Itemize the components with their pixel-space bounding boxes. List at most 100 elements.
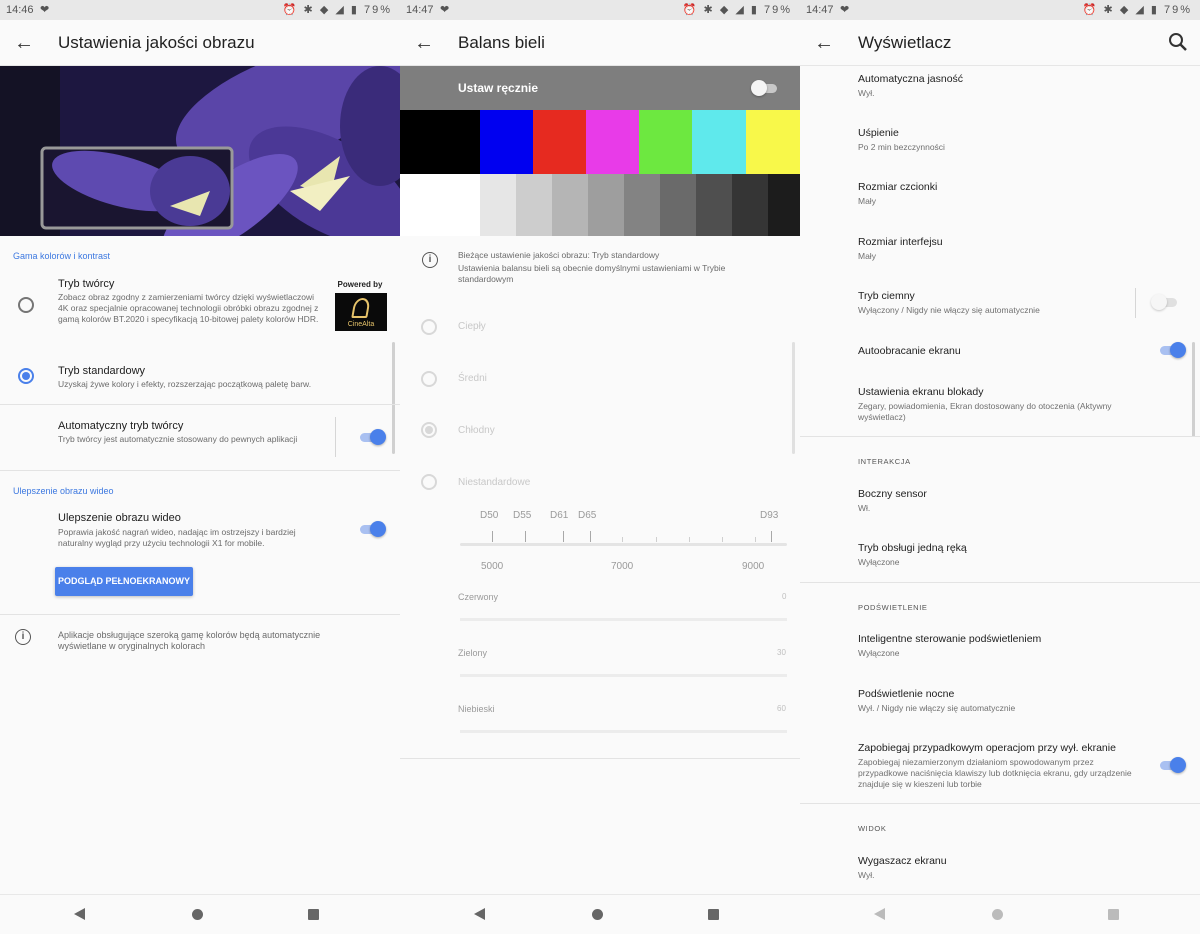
back-arrow-icon[interactable]: ← [812, 31, 836, 55]
custom-label: Niestandardowe [458, 477, 531, 488]
setting-subtitle: Wył. [858, 870, 875, 880]
setting-title: Uśpienie [858, 127, 899, 139]
fullscreen-preview-button[interactable]: PODGLĄD PEŁNOEKRANOWY [55, 567, 193, 596]
nav-home-icon[interactable] [192, 909, 203, 920]
scale-label-d93: D93 [760, 510, 779, 521]
slider-green-label: Zielony [458, 648, 488, 658]
dark-mode-toggle[interactable] [1151, 294, 1179, 310]
nav-back-icon[interactable] [474, 908, 485, 920]
scrollbar[interactable] [792, 342, 795, 454]
divider [800, 436, 1200, 437]
page-title: Ustawienia jakości obrazu [58, 33, 255, 52]
app-notification-icon: ❤ [40, 4, 50, 16]
back-arrow-icon[interactable]: ← [12, 31, 36, 55]
divider [800, 582, 1200, 583]
warm-radio[interactable] [421, 319, 437, 335]
navigation-bar [800, 894, 1200, 934]
setting-title: Zapobiegaj przypadkowym operacjom przy w… [858, 742, 1116, 754]
nav-recents-icon[interactable] [308, 909, 319, 920]
manual-setting-toggle[interactable] [751, 80, 779, 96]
setting-subtitle: Wł. [858, 503, 871, 513]
custom-radio[interactable] [421, 474, 437, 490]
divider [0, 470, 400, 471]
back-arrow-icon[interactable]: ← [412, 31, 436, 55]
status-time: 14:47 [406, 4, 434, 16]
gray-bar [516, 174, 552, 236]
section-header-video: Ulepszenie obrazu wideo [13, 486, 114, 496]
standard-mode-radio[interactable] [18, 368, 34, 384]
scrollbar[interactable] [392, 342, 395, 454]
color-bar [533, 110, 586, 174]
display-settings-screen: 14:47 ❤ ⏰ ✱ ◆ ◢ ▮ 79% ← Wyświetlacz Auto… [800, 0, 1200, 934]
scale-tick [722, 537, 723, 542]
slider-blue-track[interactable] [460, 730, 787, 733]
slider-red-track[interactable] [460, 618, 787, 621]
standard-mode-subtitle: Uzyskaj żywe kolory i efekty, rozszerzaj… [58, 379, 312, 389]
slider-blue-label: Niebieski [458, 704, 495, 714]
manual-setting-label: Ustaw ręcznie [458, 81, 539, 95]
scale-tick [563, 531, 564, 542]
scale-label-d61: D61 [550, 510, 569, 521]
divider [0, 614, 400, 615]
video-enhance-toggle[interactable] [358, 521, 386, 537]
auto-creator-subtitle: Tryb twórcy jest automatycznie stosowany… [58, 434, 298, 444]
gray-bar [480, 174, 516, 236]
current-setting-text: Bieżące ustawienie jakości obrazu: Tryb … [458, 250, 660, 260]
setting-subtitle: Zegary, powiadomienia, Ekran dostosowany… [858, 401, 1112, 422]
setting-subtitle: Wyłączone [858, 648, 900, 658]
search-icon[interactable] [1166, 30, 1190, 54]
status-bar: 14:47 ❤ ⏰ ✱ ◆ ◢ ▮ 79% [400, 0, 800, 20]
status-bar: 14:46 ❤ ⏰ ✱ ◆ ◢ ▮ 79% [0, 0, 400, 20]
medium-label: Średni [458, 373, 487, 384]
gray-bar [696, 174, 732, 236]
battery-level: 79% [763, 4, 792, 16]
nav-home-icon[interactable] [992, 909, 1003, 920]
scrollbar[interactable] [1192, 342, 1195, 437]
scale-label-d50: D50 [480, 510, 499, 521]
scale-tick [590, 531, 591, 542]
wide-gamut-info-text: Aplikacje obsługujące szeroką gamę kolor… [58, 630, 321, 651]
category-backlight: PODŚWIETLENIE [858, 603, 928, 612]
scale-label-d55: D55 [513, 510, 532, 521]
section-header-color-gamut: Gama kolorów i kontrast [13, 251, 111, 261]
toolbar: ← Wyświetlacz [800, 20, 1200, 66]
battery-level: 79% [363, 4, 392, 16]
nav-recents-icon[interactable] [1108, 909, 1119, 920]
status-icons: ⏰ ✱ ◆ ◢ ▮ 79% [282, 4, 392, 16]
slider-green-value: 30 [777, 648, 786, 657]
nav-back-icon[interactable] [874, 908, 885, 920]
page-title: Wyświetlacz [858, 33, 952, 52]
auto-rotate-toggle[interactable] [1158, 342, 1186, 358]
app-notification-icon: ❤ [440, 4, 450, 16]
manual-setting-row[interactable]: Ustaw ręcznie [400, 66, 800, 110]
medium-radio[interactable] [421, 371, 437, 387]
gray-bar [400, 174, 480, 236]
cinealta-label: CineAlta [347, 321, 375, 328]
nav-home-icon[interactable] [592, 909, 603, 920]
gray-bar [624, 174, 660, 236]
creator-mode-radio[interactable] [18, 297, 34, 313]
powered-by-label: Powered by [337, 280, 383, 289]
toolbar: ← Ustawienia jakości obrazu [0, 20, 400, 66]
setting-title: Ustawienia ekranu blokady [858, 386, 984, 398]
pocket-protection-toggle[interactable] [1158, 757, 1186, 773]
scale-value-5000: 5000 [481, 561, 504, 572]
auto-creator-toggle[interactable] [358, 429, 386, 445]
nav-recents-icon[interactable] [708, 909, 719, 920]
auto-creator-title: Automatyczny tryb twórcy [58, 420, 184, 432]
setting-subtitle: Wyłączone [858, 557, 900, 567]
setting-title: Rozmiar czcionki [858, 181, 938, 193]
nav-back-icon[interactable] [74, 908, 85, 920]
scale-tick [755, 537, 756, 542]
info-icon: i [15, 629, 31, 645]
standard-mode-title: Tryb standardowy [58, 365, 146, 377]
setting-subtitle: Wył. / Nigdy nie włączy się automatyczni… [858, 703, 1016, 713]
status-bar: 14:47 ❤ ⏰ ✱ ◆ ◢ ▮ 79% [800, 0, 1200, 20]
scale-tick [689, 537, 690, 542]
cool-radio[interactable] [421, 422, 437, 438]
scale-track[interactable] [460, 543, 787, 546]
video-enhance-title: Ulepszenie obrazu wideo [58, 512, 181, 524]
setting-subtitle: Zapobiegaj niezamierzonym działaniom spo… [858, 757, 1132, 789]
slider-green-track[interactable] [460, 674, 787, 677]
scale-value-7000: 7000 [611, 561, 634, 572]
